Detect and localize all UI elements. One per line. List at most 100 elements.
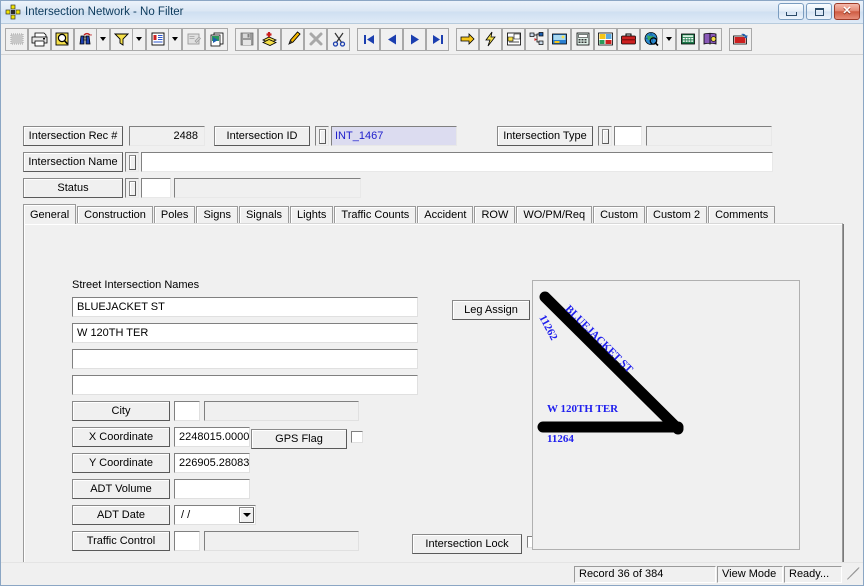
traffic-control-code-field[interactable] xyxy=(174,531,200,551)
form-design-icon[interactable] xyxy=(182,27,205,51)
print-preview-icon[interactable] xyxy=(5,27,28,51)
next-record-icon[interactable] xyxy=(403,27,426,51)
city-code-field[interactable] xyxy=(174,401,200,421)
exit-door-icon[interactable] xyxy=(729,27,752,51)
intersection-id-label[interactable]: Intersection ID xyxy=(214,126,310,146)
y-coordinate-field[interactable]: 226905.28083 xyxy=(174,453,250,473)
status-ready-pane: Ready... xyxy=(784,565,842,583)
tab-lights[interactable]: Lights xyxy=(290,206,334,224)
intersection-name-label[interactable]: Intersection Name xyxy=(23,152,123,172)
binoculars-icon[interactable] xyxy=(74,27,97,51)
tab-custom[interactable]: Custom xyxy=(593,206,645,224)
street-name-field-4[interactable] xyxy=(72,375,418,395)
gps-flag-checkbox[interactable] xyxy=(351,431,363,443)
x-coordinate-field[interactable]: 2248015.0000 xyxy=(174,427,250,447)
globe-search-icon[interactable] xyxy=(640,27,663,51)
intersection-type-label[interactable]: Intersection Type xyxy=(497,126,593,146)
tab-comments[interactable]: Comments xyxy=(708,206,776,224)
tab-general[interactable]: General xyxy=(23,204,77,224)
filter-funnel-icon[interactable] xyxy=(110,27,133,51)
report-icon[interactable] xyxy=(146,27,169,51)
intersection-diagram-panel[interactable]: BLUEJACKET ST 11262 W 120TH TER 11264 xyxy=(532,280,800,550)
adt-date-value: / / xyxy=(181,509,191,521)
gps-flag-button[interactable]: GPS Flag xyxy=(251,429,347,449)
adt-date-combo[interactable]: / / xyxy=(174,505,256,525)
search-magnifier-icon[interactable] xyxy=(51,27,74,51)
first-record-icon[interactable] xyxy=(357,27,380,51)
intersection-lock-button[interactable]: Intersection Lock xyxy=(412,534,522,554)
chart-picture-icon[interactable] xyxy=(594,27,617,51)
tab-accident[interactable]: Accident xyxy=(417,206,474,224)
tab-poles[interactable]: Poles xyxy=(153,206,196,224)
delete-x-icon[interactable] xyxy=(304,27,327,51)
tab-row[interactable]: ROW xyxy=(474,206,516,224)
intersection-type-code[interactable] xyxy=(614,126,642,146)
intersection-id-field[interactable]: INT_1467 xyxy=(331,126,457,146)
minimize-button[interactable] xyxy=(778,3,804,20)
application-window: Intersection Network - No Filter ✕ Inter… xyxy=(0,0,864,586)
tab-wo-pm-req[interactable]: WO/PM/Req xyxy=(516,206,593,224)
network-node-icon xyxy=(5,4,21,20)
previous-record-icon[interactable] xyxy=(380,27,403,51)
tab-construction[interactable]: Construction xyxy=(77,206,153,224)
intersection-rec-label[interactable]: Intersection Rec # xyxy=(23,126,123,146)
help-book-icon[interactable] xyxy=(699,27,722,51)
report-dropdown-arrow-icon[interactable] xyxy=(169,27,182,51)
close-button[interactable]: ✕ xyxy=(834,3,860,20)
intersection-id-spinner[interactable] xyxy=(315,126,329,146)
intersection-type-spinner[interactable] xyxy=(598,126,612,146)
globe-dropdown-arrow-icon[interactable] xyxy=(663,27,676,51)
status-label[interactable]: Status xyxy=(23,178,123,198)
intersection-rec-value: 2488 xyxy=(129,126,205,146)
status-desc-field xyxy=(174,178,361,198)
y-coordinate-label[interactable]: Y Coordinate xyxy=(72,453,170,473)
map-view-icon[interactable] xyxy=(502,27,525,51)
traffic-control-desc-field xyxy=(204,531,359,551)
status-mode-pane: View Mode xyxy=(717,565,783,583)
toolbar-group-edit xyxy=(235,27,350,51)
status-bar: Record 36 of 384 View Mode Ready... xyxy=(1,562,863,585)
intersection-name-spinner[interactable] xyxy=(125,152,139,172)
x-coordinate-label[interactable]: X Coordinate xyxy=(72,427,170,447)
edit-pencil-icon[interactable] xyxy=(281,27,304,51)
adt-date-label[interactable]: ADT Date xyxy=(72,505,170,525)
traffic-control-label[interactable]: Traffic Control xyxy=(72,531,170,551)
tab-signs[interactable]: Signs xyxy=(196,206,238,224)
image-window-icon[interactable] xyxy=(548,27,571,51)
window-controls: ✕ xyxy=(778,3,860,20)
tab-traffic-counts[interactable]: Traffic Counts xyxy=(334,206,417,224)
status-spinner[interactable] xyxy=(125,178,139,198)
adt-volume-label[interactable]: ADT Volume xyxy=(72,479,170,499)
adt-volume-field[interactable] xyxy=(174,479,250,499)
tree-structure-icon[interactable] xyxy=(525,27,548,51)
save-disk-icon[interactable] xyxy=(235,27,258,51)
calculator-icon[interactable] xyxy=(676,27,699,51)
fax-machine-icon[interactable] xyxy=(571,27,594,51)
leg-assign-button[interactable]: Leg Assign xyxy=(452,300,530,320)
print-icon[interactable] xyxy=(28,27,51,51)
goto-arrow-icon[interactable] xyxy=(456,27,479,51)
last-record-icon[interactable] xyxy=(426,27,449,51)
adt-date-dropdown-arrow-icon[interactable] xyxy=(239,507,254,523)
copy-record-icon[interactable] xyxy=(205,27,228,51)
briefcase-icon[interactable] xyxy=(617,27,640,51)
cut-scissors-icon[interactable] xyxy=(327,27,350,51)
main-toolbar xyxy=(1,24,863,55)
street-name-field-3[interactable] xyxy=(72,349,418,369)
lightning-bolt-icon[interactable] xyxy=(479,27,502,51)
binoculars-dropdown-arrow-icon[interactable] xyxy=(97,27,110,51)
intersection-name-field[interactable] xyxy=(141,152,773,172)
add-record-icon[interactable] xyxy=(258,27,281,51)
street-name-field-1[interactable]: BLUEJACKET ST xyxy=(72,297,418,317)
status-code-field[interactable] xyxy=(141,178,171,198)
resize-grip-icon[interactable] xyxy=(845,567,860,581)
filter-dropdown-arrow-icon[interactable] xyxy=(133,27,146,51)
city-label[interactable]: City xyxy=(72,401,170,421)
minimize-icon xyxy=(785,12,797,16)
street-intersection-names-label: Street Intersection Names xyxy=(72,279,200,291)
tab-strip: General Construction Poles Signs Signals Ligh… xyxy=(23,204,843,224)
street-name-field-2[interactable]: W 120TH TER xyxy=(72,323,418,343)
tab-signals[interactable]: Signals xyxy=(238,206,290,224)
tab-custom-2[interactable]: Custom 2 xyxy=(646,206,708,224)
maximize-button[interactable] xyxy=(806,3,832,20)
